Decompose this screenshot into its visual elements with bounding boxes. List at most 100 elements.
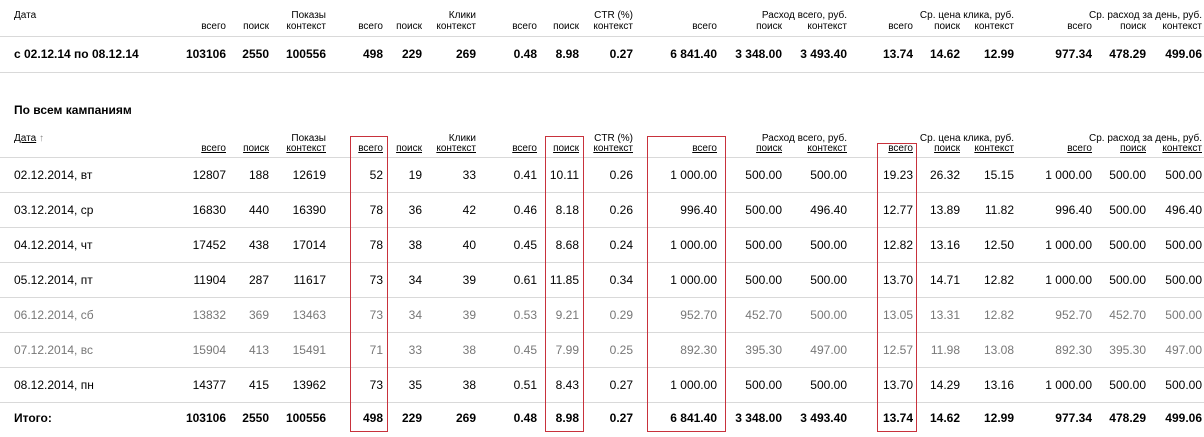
sort-spend-ctx[interactable]: контекст [790,143,847,154]
cell-spend-search: 500.00 [745,273,782,287]
sort-cpc-search[interactable]: поиск [924,143,960,154]
cell-daily-all: 1 000.00 [1045,168,1092,182]
row-date: 07.12.2014, вс [14,343,93,357]
sort-shows-search[interactable]: поиск [228,143,269,154]
cell-clicks-search: 36 [408,203,422,217]
sort-cpc-ctx[interactable]: контекст [964,143,1014,154]
cell-spend-ctx: 497.00 [810,343,847,357]
cell-clicks-ctx: 38 [462,343,476,357]
cell-shows-ctx: 11617 [293,273,326,287]
total-shows-all: 103106 [185,411,226,425]
cell-spend-ctx: 500.00 [810,168,847,182]
total-clicks-search: 229 [401,411,422,425]
cell-cpc-search: 26.32 [929,168,960,182]
cell-ctr-ctx: 0.29 [609,308,633,322]
row-divider [0,227,1204,228]
summary-col-spend-search: поиск [756,21,782,32]
summary-col-ctr-search: поиск [553,21,579,32]
row-divider [0,297,1204,298]
summary-date-header: Дата [14,10,37,21]
sort-shows-all[interactable]: всего [180,143,226,154]
sort-arrow-icon: ↑ [38,133,44,144]
row-divider [0,332,1204,333]
summary-clicks-search: 229 [401,47,422,61]
cell-daily-ctx: 496.40 [1165,203,1202,217]
cell-spend-search: 500.00 [745,203,782,217]
summary-shows-all: 103106 [185,47,226,61]
sort-clicks-ctx[interactable]: контекст [424,143,476,154]
sort-clicks-search[interactable]: поиск [388,143,422,154]
summary-col-shows-ctx: контекст [286,21,326,32]
cell-shows-all: 15904 [192,343,226,357]
cell-shows-search: 369 [248,308,269,322]
summary-col-cpc-all: всего [888,21,913,32]
cell-shows-ctx: 16390 [292,203,326,217]
total-clicks-ctx: 269 [455,411,476,425]
cell-spend-ctx: 496.40 [810,203,847,217]
cell-daily-all: 996.40 [1055,203,1092,217]
summary-clicks-ctx: 269 [455,47,476,61]
cell-cpc-search: 11.98 [930,343,960,357]
cell-shows-all: 14377 [192,378,226,392]
sort-shows-ctx[interactable]: контекст [270,143,326,154]
total-daily-all: 977.34 [1055,411,1092,425]
cell-ctr-all: 0.51 [513,378,537,392]
total-ctr-all: 0.48 [513,411,537,425]
cell-cpc-ctx: 13.16 [983,378,1014,392]
cell-daily-search: 500.00 [1109,238,1146,252]
cell-cpc-search: 13.89 [929,203,960,217]
cell-ctr-ctx: 0.24 [609,238,633,252]
cell-ctr-all: 0.53 [513,308,537,322]
summary-col-cpc-ctx: контекст [974,21,1014,32]
cell-cpc-ctx: 12.82 [983,273,1014,287]
summary-cpc-group-header: Ср. цена клика, руб. [919,10,1014,21]
summary-daily-search: 478.29 [1109,47,1146,61]
summary-col-daily-all: всего [1067,21,1092,32]
summary-clicks-group-header: Клики [448,10,476,21]
sort-ctr-ctx[interactable]: контекст [583,143,633,154]
row-date: 06.12.2014, сб [14,308,94,322]
cell-clicks-ctx: 39 [462,273,476,287]
summary-ctr-ctx: 0.27 [609,47,633,61]
cell-shows-ctx: 15491 [292,343,326,357]
cell-spend-search: 500.00 [745,168,782,182]
total-daily-search: 478.29 [1109,411,1146,425]
sort-ctr-all[interactable]: всего [500,143,537,154]
cell-spend-ctx: 500.00 [810,308,847,322]
sort-daily-ctx[interactable]: контекст [1150,143,1202,154]
summary-daily-ctx: 499.06 [1165,47,1202,61]
cell-cpc-search: 13.31 [929,308,960,322]
cell-ctr-ctx: 0.27 [609,378,633,392]
cell-spend-ctx: 500.00 [810,238,847,252]
cell-daily-all: 892.30 [1055,343,1092,357]
summary-cpc-ctx: 12.99 [983,47,1014,61]
cell-clicks-ctx: 40 [462,238,476,252]
cell-shows-ctx: 12619 [292,168,326,182]
cell-shows-all: 13832 [192,308,226,322]
cell-spend-search: 500.00 [745,378,782,392]
cell-shows-search: 413 [248,343,269,357]
total-cpc-ctx: 12.99 [983,411,1014,425]
cell-clicks-ctx: 38 [462,378,476,392]
highlight-spend-all-box [647,136,726,432]
highlight-cpc-all-box [877,143,917,432]
cell-shows-search: 438 [248,238,269,252]
sort-daily-search[interactable]: поиск [1100,143,1146,154]
sort-daily-all[interactable]: всего [1040,143,1092,154]
sort-spend-search[interactable]: поиск [734,143,782,154]
cell-daily-all: 1 000.00 [1045,238,1092,252]
campaigns-date-sort-header[interactable]: Дата ↑ [14,133,44,144]
total-ctr-ctx: 0.27 [609,411,633,425]
summary-col-cpc-search: поиск [934,21,960,32]
summary-col-shows-all: всего [201,21,226,32]
summary-col-daily-search: поиск [1120,21,1146,32]
campaigns-date-label[interactable]: Дата [14,133,36,144]
cell-daily-search: 500.00 [1109,273,1146,287]
cell-clicks-search: 38 [408,238,422,252]
summary-col-clicks-all: всего [358,21,383,32]
cell-clicks-ctx: 42 [462,203,476,217]
cell-shows-ctx: 13463 [292,308,326,322]
cell-daily-ctx: 500.00 [1165,273,1202,287]
highlight-clicks-all-box [350,136,388,432]
row-divider [0,367,1204,368]
